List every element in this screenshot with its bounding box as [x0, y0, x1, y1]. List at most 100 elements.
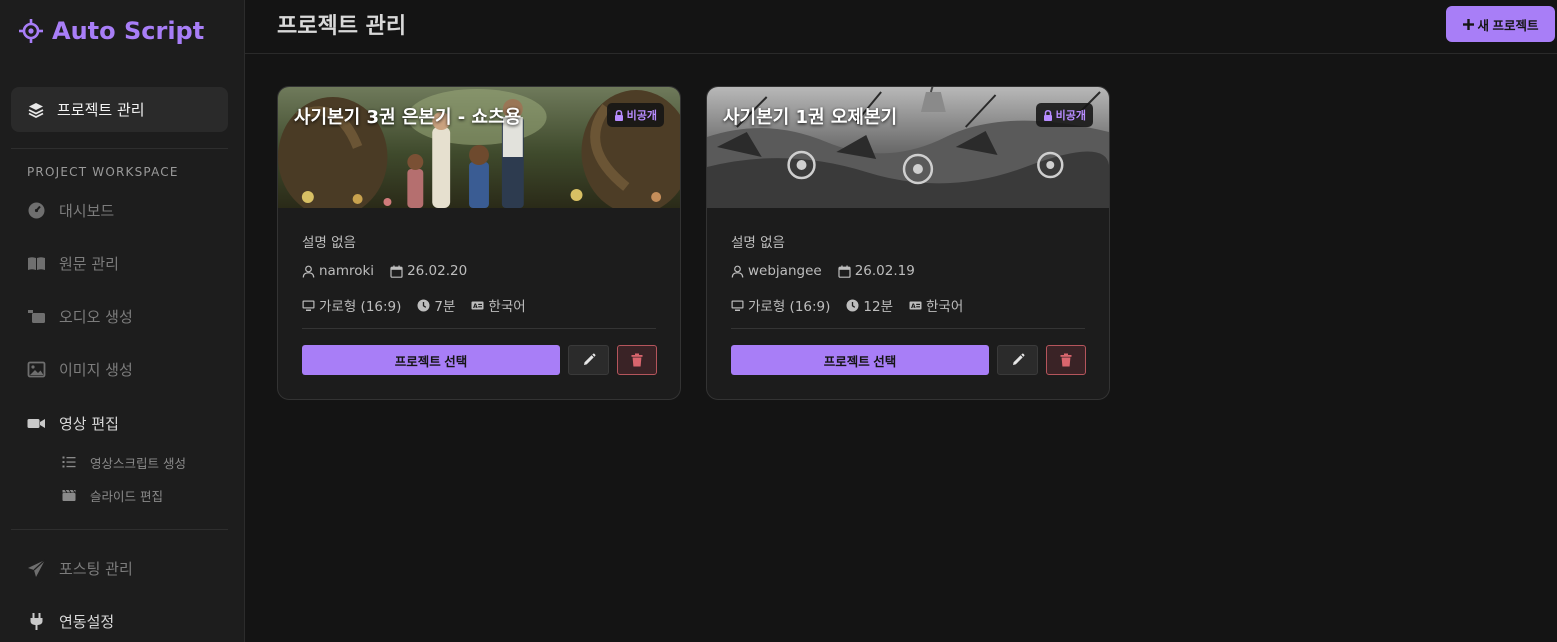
sidebar-item-label: 연동설정 [59, 612, 115, 631]
sidebar-item-label: 대시보드 [59, 201, 115, 220]
project-format: 가로형 (16:9) [319, 299, 402, 315]
sidebar-item-integration[interactable]: 연동설정 [27, 610, 114, 632]
layers-icon [28, 102, 44, 118]
project-duration: 7분 [434, 299, 456, 315]
delete-project-button[interactable] [1046, 345, 1086, 375]
author-name: namroki [319, 263, 375, 279]
section-label: PROJECT WORKSPACE [27, 165, 179, 179]
project-title: 사기본기 3권 은본기 - 쇼츠용 [294, 107, 522, 128]
pencil-icon [583, 353, 596, 365]
sidebar-subitem-label: 슬라이드 편집 [90, 488, 163, 504]
sidebar-item-label: 원문 관리 [59, 254, 119, 273]
sidebar-item-label: 포스팅 관리 [59, 559, 133, 578]
project-title: 사기본기 1권 오제본기 [723, 107, 898, 128]
list-ordered-icon [62, 456, 76, 468]
sidebar-subitem-label: 영상스크립트 생성 [90, 455, 186, 471]
project-card[interactable]: 사기본기 3권 은본기 - 쇼츠용 비공개 설명 없음 namroki 26.0… [277, 86, 681, 400]
sidebar-divider [11, 529, 228, 530]
app-name: Auto Script [52, 17, 205, 45]
pencil-icon [1012, 353, 1025, 365]
clock-icon [417, 299, 430, 311]
sidebar-item-label: 프로젝트 관리 [57, 101, 145, 119]
project-language: 한국어 [488, 299, 526, 315]
language-meta: A 한국어 [471, 295, 526, 315]
language-icon: A [471, 301, 484, 310]
select-project-button[interactable]: 프로젝트 선택 [731, 345, 989, 375]
project-format: 가로형 (16:9) [748, 299, 831, 315]
visibility-label: 비공개 [626, 109, 657, 122]
project-date: 26.02.19 [854, 263, 915, 279]
project-description: 설명 없음 [302, 235, 356, 251]
edit-project-button[interactable] [997, 345, 1038, 375]
author-meta: namroki [302, 263, 374, 279]
user-icon [731, 265, 744, 278]
clock-icon [846, 299, 859, 311]
image-icon [27, 361, 46, 377]
duration-meta: 7분 [417, 295, 455, 315]
project-thumbnail: 사기본기 1권 오제본기 비공개 [707, 87, 1109, 208]
sidebar-item-label: 이미지 생성 [59, 360, 133, 379]
svg-text:A: A [473, 303, 478, 310]
project-description: 설명 없음 [731, 235, 785, 251]
sidebar-item-video-edit[interactable]: 영상 편집 [27, 412, 119, 434]
monitor-icon [731, 300, 744, 311]
select-project-button[interactable]: 프로젝트 선택 [302, 345, 560, 375]
author-meta: webjangee [731, 263, 822, 279]
date-meta: 26.02.20 [390, 263, 467, 279]
card-divider [302, 328, 656, 329]
sidebar-item-label: 영상 편집 [59, 414, 119, 433]
language-icon: A [909, 301, 922, 310]
sidebar-item-label: 오디오 생성 [59, 307, 133, 326]
visibility-label: 비공개 [1055, 109, 1086, 122]
meta-row-format: 가로형 (16:9) 7분 A 한국어 [302, 295, 526, 315]
meta-row-author: namroki 26.02.20 [302, 263, 467, 279]
sidebar-subitem-video-script[interactable]: 영상스크립트 생성 [62, 453, 186, 471]
author-name: webjangee [748, 263, 822, 279]
project-duration: 12분 [863, 299, 894, 315]
project-date: 26.02.20 [407, 263, 468, 279]
edit-project-button[interactable] [568, 345, 609, 375]
plus-icon [1462, 18, 1474, 30]
project-card[interactable]: 사기본기 1권 오제본기 비공개 설명 없음 webjangee 26.02.1… [706, 86, 1110, 400]
sidebar-item-projects[interactable]: 프로젝트 관리 [11, 87, 228, 132]
card-divider [731, 328, 1085, 329]
project-thumbnail: 사기본기 3권 은본기 - 쇼츠용 비공개 [278, 87, 680, 208]
calendar-icon [390, 265, 403, 278]
sidebar: Auto Script 프로젝트 관리 PROJECT WORKSPACE 대시… [0, 0, 245, 642]
page-title: 프로젝트 관리 [277, 14, 407, 39]
format-meta: 가로형 (16:9) [302, 295, 401, 315]
sidebar-subitem-slide-edit[interactable]: 슬라이드 편집 [62, 486, 163, 504]
new-project-button[interactable]: 새 프로젝트 [1446, 6, 1555, 42]
date-meta: 26.02.19 [838, 263, 915, 279]
plug-icon [30, 612, 43, 630]
delete-project-button[interactable] [617, 345, 657, 375]
lock-icon [614, 109, 623, 121]
book-open-icon [28, 256, 45, 270]
calendar-icon [838, 265, 851, 278]
sidebar-item-posting[interactable]: 포스팅 관리 [27, 557, 133, 579]
meta-row-author: webjangee 26.02.19 [731, 263, 915, 279]
project-language: 한국어 [926, 299, 964, 315]
user-icon [302, 265, 315, 278]
visibility-badge: 비공개 [606, 103, 664, 127]
clapperboard-icon [62, 489, 76, 501]
meta-row-format: 가로형 (16:9) 12분 A 한국어 [731, 295, 963, 315]
new-project-label: 새 프로젝트 [1477, 18, 1539, 33]
app-logo[interactable]: Auto Script [18, 17, 204, 45]
visibility-badge: 비공개 [1035, 103, 1093, 127]
sidebar-item-source[interactable]: 원문 관리 [27, 252, 119, 274]
trash-icon [1060, 353, 1072, 367]
video-camera-icon [27, 418, 45, 428]
sidebar-item-audio[interactable]: 오디오 생성 [27, 305, 133, 327]
duration-meta: 12분 [846, 295, 893, 315]
top-bar: 프로젝트 관리 새 프로젝트 [245, 0, 1557, 54]
sidebar-divider [11, 148, 228, 149]
monitor-icon [302, 300, 315, 311]
dashboard-gauge-icon [28, 202, 45, 218]
main-content: 프로젝트 관리 새 프로젝트 사기본기 3권 은본기 - 쇼츠용 비공개 설명 … [245, 0, 1557, 642]
language-meta: A 한국어 [909, 295, 963, 315]
format-meta: 가로형 (16:9) [731, 295, 830, 315]
sidebar-item-dashboard[interactable]: 대시보드 [27, 199, 114, 221]
paper-plane-icon [28, 559, 46, 577]
sidebar-item-image[interactable]: 이미지 생성 [27, 358, 133, 380]
